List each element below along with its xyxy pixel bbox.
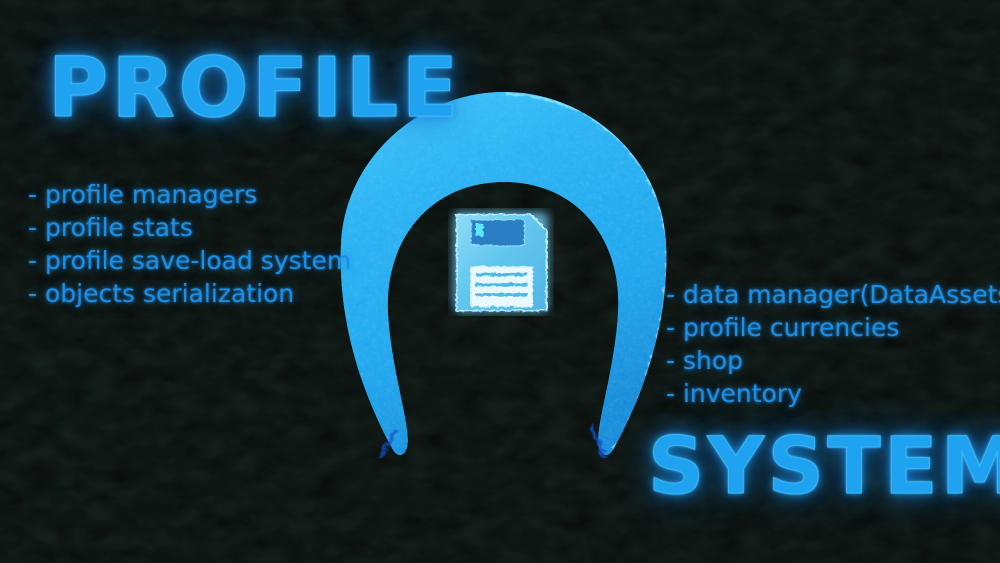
page-title-system: SYSTEM — [647, 422, 1000, 512]
list-item: - data manager(DataAssets) — [666, 280, 1000, 309]
list-item: - shop — [666, 346, 744, 375]
floppy-label — [469, 265, 533, 307]
list-item: - profile save-load system — [28, 246, 352, 275]
left-feature-list: - profile managers - profile stats - pro… — [28, 178, 351, 310]
list-item: - inventory — [666, 379, 802, 408]
list-item: - profile stats — [28, 213, 193, 242]
list-item: - profile managers — [28, 180, 258, 209]
list-item: - objects serialization — [28, 279, 295, 308]
floppy-shutter-window — [475, 223, 483, 236]
right-feature-list: - data manager(DataAssets) - profile cur… — [666, 278, 1000, 410]
floppy-disk-save-icon — [448, 208, 554, 316]
page-title-profile: PROFILE — [48, 41, 462, 136]
slide-canvas: PROFILE SYSTEM - profile managers - prof… — [0, 0, 1000, 563]
list-item: - profile currencies — [666, 313, 900, 342]
